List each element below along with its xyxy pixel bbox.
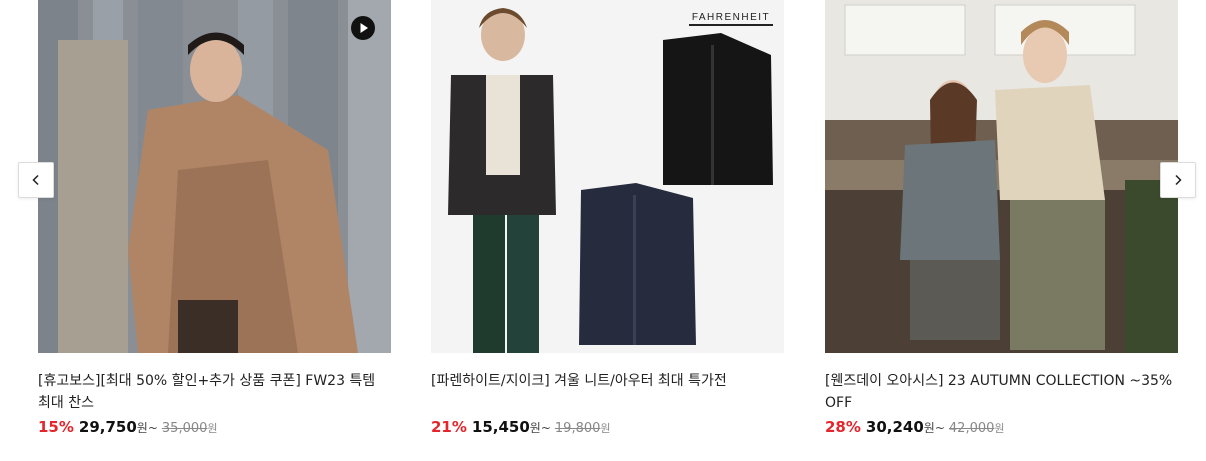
price-unit: 원~ [529,421,551,435]
product-card[interactable]: [휴고보스][최대 50% 할인+추가 상품 쿠폰] FW23 특템 최대 찬스… [38,0,391,438]
price-unit: 원~ [923,421,945,435]
product-card[interactable]: [웬즈데이 오아시스] 23 AUTUMN COLLECTION ~35% OF… [825,0,1178,438]
carousel-prev-button[interactable] [18,162,54,198]
product-title[interactable]: [파렌하이트/지이크] 겨울 니트/아우터 최대 특가전 [431,370,784,414]
original-price: 35,000 [161,421,208,436]
product-carousel: [휴고보스][최대 50% 할인+추가 상품 쿠폰] FW23 특템 최대 찬스… [0,0,1206,461]
product-image[interactable] [38,0,391,353]
product-title[interactable]: [휴고보스][최대 50% 할인+추가 상품 쿠폰] FW23 특템 최대 찬스 [38,370,391,414]
play-icon[interactable] [351,16,375,40]
price-unit: 원~ [136,421,158,435]
discount-rate: 21% [431,418,467,436]
carousel-next-button[interactable] [1160,162,1196,198]
original-price-unit: 원 [207,422,218,435]
chevron-right-icon [1175,174,1182,186]
sale-price: 15,450 [471,418,530,436]
original-price-unit: 원 [994,422,1005,435]
original-price-unit: 원 [600,422,611,435]
price-row: 15% 29,750원~ 35,000원 [38,416,391,438]
sale-price: 29,750 [78,418,137,436]
original-price: 42,000 [948,421,995,436]
original-price: 19,800 [554,421,601,436]
price-row: 28% 30,240원~ 42,000원 [825,416,1178,438]
discount-rate: 28% [825,418,861,436]
product-title[interactable]: [웬즈데이 오아시스] 23 AUTUMN COLLECTION ~35% OF… [825,370,1178,414]
sale-price: 30,240 [865,418,924,436]
brand-logo: FAHRENHEIT [692,12,770,23]
product-image[interactable] [825,0,1178,353]
discount-rate: 15% [38,418,74,436]
chevron-left-icon [32,174,39,186]
product-image[interactable]: FAHRENHEIT [431,0,784,353]
product-card[interactable]: FAHRENHEIT [파렌하이트/지이크] 겨울 니트/아우터 최대 특가전 … [431,0,784,438]
price-row: 21% 15,450원~ 19,800원 [431,416,784,438]
